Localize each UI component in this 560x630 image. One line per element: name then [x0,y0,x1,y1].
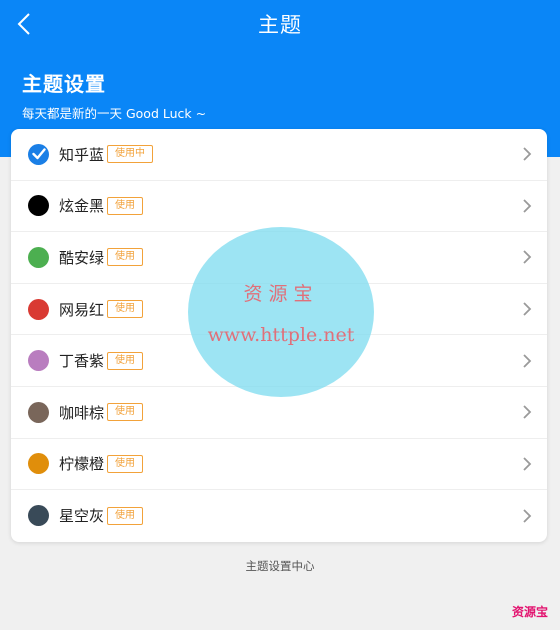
chevron-right-icon [521,456,533,472]
theme-use-badge[interactable]: 使用中 [107,145,154,164]
theme-use-badge[interactable]: 使用 [107,454,144,473]
theme-use-badge[interactable]: 使用 [107,351,144,370]
theme-selected-check-icon [28,143,49,165]
chevron-right-icon [521,146,533,162]
theme-name: 柠檬橙 [59,455,105,474]
theme-color-dot [28,350,49,372]
theme-color-dot [28,505,49,527]
theme-name: 知乎蓝 [59,145,105,164]
theme-row[interactable]: 柠檬橙 使用 [11,439,547,491]
chevron-right-icon [521,508,533,524]
theme-color-dot [28,453,49,475]
chevron-right-icon [521,198,533,214]
theme-color-dot [28,401,49,423]
chevron-right-icon [521,301,533,317]
chevron-left-icon [17,13,30,35]
theme-name: 网易红 [59,300,105,319]
page-title: 主题 [258,13,302,37]
theme-use-badge[interactable]: 使用 [107,248,144,267]
chevron-right-icon [521,249,533,265]
corner-watermark: 资源宝 [511,605,548,619]
theme-row[interactable]: 炫金黑 使用 [11,181,547,233]
chevron-right-icon [521,404,533,420]
watermark-title: 资源宝 [243,282,319,305]
section-subtitle: 每天都是新的一天 Good Luck ~ [22,106,207,121]
theme-name: 星空灰 [59,507,105,526]
theme-use-badge[interactable]: 使用 [107,300,144,319]
watermark: 资源宝 www.httple.net [188,227,374,397]
theme-color-dot [28,246,49,268]
theme-row[interactable]: 星空灰 使用 [11,490,547,542]
theme-name: 炫金黑 [59,197,105,216]
theme-color-dot [28,298,49,320]
theme-name: 酷安绿 [59,248,105,267]
section-title: 主题设置 [22,72,106,96]
theme-name: 丁香紫 [59,352,105,371]
nav-bar: 主题 [0,0,560,48]
theme-name: 咖啡棕 [59,403,105,422]
theme-color-dot [28,195,49,217]
theme-use-badge[interactable]: 使用 [107,506,144,525]
back-button[interactable] [8,8,40,40]
watermark-url: www.httple.net [207,323,355,346]
chevron-right-icon [521,353,533,369]
theme-use-badge[interactable]: 使用 [107,196,144,215]
theme-use-badge[interactable]: 使用 [107,403,144,422]
theme-row[interactable]: 知乎蓝 使用中 [11,129,547,181]
footer-text: 主题设置中心 [245,559,315,573]
